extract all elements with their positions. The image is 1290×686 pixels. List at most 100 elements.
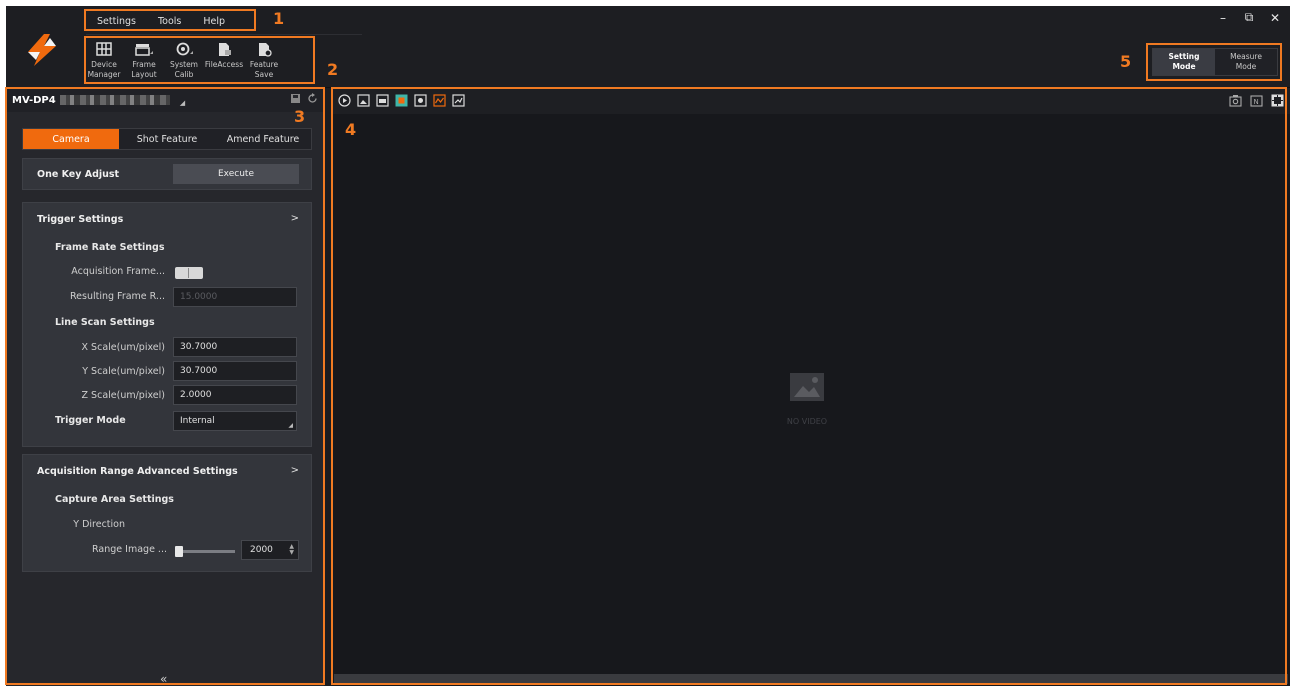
restore-button[interactable]: ⧉	[1242, 10, 1256, 25]
mode-switch: Setting Mode Measure Mode	[1152, 48, 1278, 76]
device-serial-redacted	[59, 95, 170, 105]
close-button[interactable]: ✕	[1268, 11, 1282, 25]
tab-shot-feature[interactable]: Shot Feature	[119, 129, 215, 149]
frame-layout-button[interactable]: Frame Layout	[124, 38, 164, 86]
callout-number-1: 1	[273, 9, 285, 28]
range-image-spinbox[interactable]: 2000 ▲ ▼	[241, 540, 299, 560]
frame-rate-title: Frame Rate Settings	[55, 242, 165, 253]
window-controls: – ⧉ ✕	[1216, 10, 1282, 25]
spin-arrows-icon[interactable]: ▲ ▼	[289, 544, 294, 556]
system-calib-button[interactable]: System Calib	[164, 38, 204, 86]
device-selector[interactable]: MV-DP4 ◢	[6, 88, 324, 112]
device-manager-button[interactable]: Device Manager	[84, 38, 124, 86]
no-video-icon	[790, 373, 824, 401]
callout-number-5: 5	[1120, 52, 1132, 71]
one-key-label: One Key Adjust	[37, 169, 120, 180]
trigger-mode-select[interactable]: Internal ◢	[173, 411, 297, 431]
dropdown-caret-icon: ◢	[288, 422, 293, 429]
dropdown-caret-icon: ◢	[179, 99, 186, 107]
parameter-panel: MV-DP4 ◢ Camera Shot Feature Amend Featu…	[6, 88, 324, 686]
app-logo-icon	[28, 34, 56, 66]
acq-frame-rate-toggle[interactable]	[175, 267, 203, 279]
menu-tools[interactable]: Tools	[147, 16, 192, 27]
device-manager-label: Device Manager	[87, 60, 121, 79]
parameter-tabs: Camera Shot Feature Amend Feature	[22, 128, 312, 150]
system-calib-icon	[176, 42, 193, 56]
svg-text:N: N	[1254, 98, 1259, 106]
menu-help[interactable]: Help	[192, 16, 236, 27]
range-image-slider-track[interactable]	[175, 550, 235, 553]
feature-save-label: Feature Save	[249, 60, 279, 79]
x-scale-input[interactable]: 30.7000	[173, 337, 297, 357]
range-image-slider-thumb[interactable]	[175, 546, 183, 557]
feature-save-button[interactable]: Feature Save	[244, 38, 284, 86]
menu-divider	[86, 34, 362, 35]
device-icons	[290, 93, 318, 104]
tab-camera[interactable]: Camera	[23, 129, 119, 149]
measure-mode-button[interactable]: Measure Mode	[1215, 49, 1277, 75]
capture-area-title: Capture Area Settings	[55, 494, 174, 505]
trigger-settings-expand[interactable]: >	[291, 213, 299, 224]
device-manager-icon	[96, 42, 112, 56]
range-image-value: 2000	[250, 545, 273, 555]
x-scale-label: X Scale(um/pixel)	[81, 342, 165, 353]
file-access-label: FileAccess	[204, 60, 244, 69]
one-key-section: One Key Adjust Execute	[22, 158, 312, 190]
acq-range-section: Acquisition Range Advanced Settings > Ca…	[22, 454, 312, 572]
line-scan-title: Line Scan Settings	[55, 317, 155, 328]
view-toolbar-left	[338, 94, 465, 107]
trigger-mode-label: Trigger Mode	[55, 415, 126, 426]
acq-frame-rate-label: Acquisition Frame...	[71, 266, 165, 277]
z-scale-label: Z Scale(um/pixel)	[81, 390, 165, 401]
depth-image-icon[interactable]	[376, 94, 389, 107]
point-cloud-icon[interactable]	[414, 94, 427, 107]
setting-mode-button[interactable]: Setting Mode	[1153, 49, 1215, 75]
acq-range-title: Acquisition Range Advanced Settings	[37, 466, 238, 477]
collapse-panel-button[interactable]: «	[160, 672, 167, 686]
menu-settings[interactable]: Settings	[86, 16, 147, 27]
chart-icon[interactable]	[452, 94, 465, 107]
frame-layout-icon	[135, 44, 153, 56]
frame-layout-label: Frame Layout	[131, 60, 157, 79]
snapshot-icon[interactable]	[1229, 94, 1242, 107]
trigger-mode-value: Internal	[180, 416, 215, 426]
record-icon[interactable]: N	[1250, 94, 1263, 107]
refresh-icon[interactable]	[307, 93, 318, 104]
y-scale-input[interactable]: 30.7000	[173, 361, 297, 381]
horizontal-scrollbar[interactable]	[334, 674, 1288, 684]
profile-icon[interactable]	[433, 94, 446, 107]
no-video-text: NO VIDEO	[786, 417, 828, 426]
tab-amend-feature[interactable]: Amend Feature	[215, 129, 311, 149]
system-calib-label: System Calib	[170, 60, 198, 79]
range-image-label: Range Image ...	[92, 544, 167, 555]
file-access-icon	[219, 43, 231, 56]
resulting-frame-rate-label: Resulting Frame R...	[69, 291, 165, 302]
minimize-button[interactable]: –	[1216, 11, 1230, 25]
callout-number-4: 4	[345, 120, 357, 139]
intensity-image-icon[interactable]	[395, 94, 408, 107]
trigger-settings-section: Trigger Settings > Frame Rate Settings A…	[22, 202, 312, 447]
view-toolbar-right: N	[1229, 94, 1284, 107]
view-toolbar: N	[332, 88, 1290, 114]
image-icon[interactable]	[357, 94, 370, 107]
z-scale-input[interactable]: 2.0000	[173, 385, 297, 405]
play-icon[interactable]	[338, 94, 351, 107]
menu-bar: Settings Tools Help	[86, 9, 256, 33]
feature-save-icon	[259, 43, 272, 57]
resulting-frame-rate-field: 15.0000	[173, 287, 297, 307]
callout-number-2: 2	[327, 60, 339, 79]
y-direction-label: Y Direction	[73, 519, 125, 530]
execute-button[interactable]: Execute	[173, 164, 299, 184]
main-toolbar: Device Manager Frame Layout System Calib…	[84, 38, 316, 86]
trigger-settings-title: Trigger Settings	[37, 214, 124, 225]
callout-number-3: 3	[294, 107, 306, 126]
file-access-button[interactable]: FileAccess	[204, 38, 244, 86]
title-bar: Settings Tools Help Device Manager Frame…	[6, 6, 1290, 88]
acq-range-expand[interactable]: >	[291, 465, 299, 476]
fit-window-icon[interactable]	[1271, 94, 1284, 107]
device-name: MV-DP4	[12, 94, 56, 106]
image-view: N NO VIDEO	[332, 88, 1290, 686]
save-params-icon[interactable]	[290, 93, 301, 104]
y-scale-label: Y Scale(um/pixel)	[82, 366, 165, 377]
app-window: Settings Tools Help Device Manager Frame…	[6, 6, 1290, 686]
